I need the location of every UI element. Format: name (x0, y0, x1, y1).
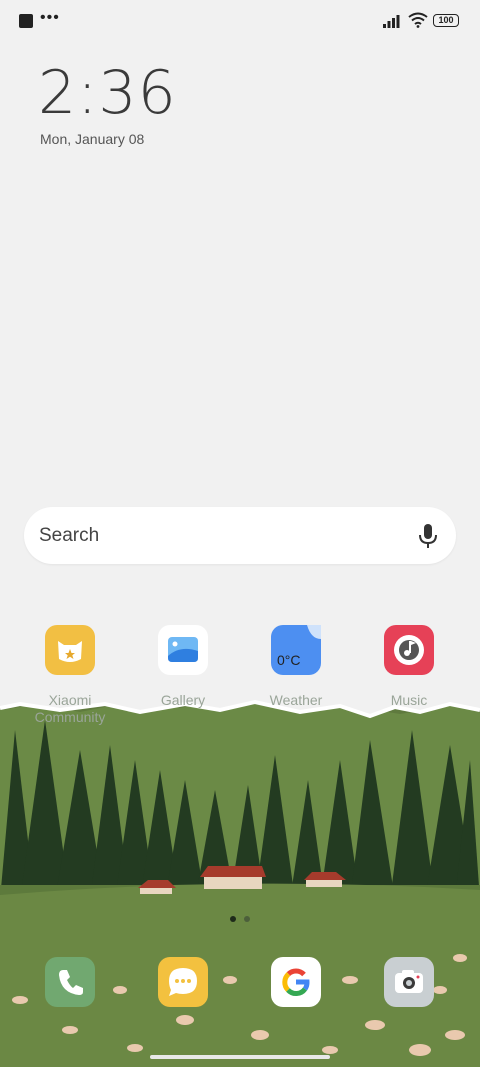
dock-camera[interactable] (359, 957, 459, 1007)
app-label: Gallery (160, 692, 206, 708)
clock[interactable]: 2:36 (38, 58, 177, 128)
xiaomi-community-icon (45, 625, 95, 675)
wifi-icon (408, 12, 428, 28)
music-icon (384, 625, 434, 675)
app-weather[interactable]: 0°C Weather (246, 625, 346, 709)
notification-square-icon (19, 14, 33, 28)
dock-google[interactable] (246, 957, 346, 1007)
more-notifications-icon: ••• (40, 9, 60, 26)
battery-icon: 100 (433, 14, 459, 27)
google-icon (271, 957, 321, 1007)
microphone-icon[interactable] (416, 523, 440, 549)
wallpaper (0, 690, 480, 1067)
app-gallery[interactable]: Gallery (133, 625, 233, 709)
date[interactable]: Mon, January 08 (40, 131, 144, 147)
phone-icon (45, 957, 95, 1007)
camera-icon (384, 957, 434, 1007)
app-label: Music (390, 692, 428, 708)
weather-icon: 0°C (271, 625, 321, 675)
search-placeholder: Search (39, 525, 100, 546)
search-bar[interactable]: Search (24, 507, 456, 564)
app-label: Weather (269, 692, 323, 708)
app-label: Xiaomi Community (34, 692, 106, 725)
app-xiaomi-community[interactable]: Xiaomi Community (20, 625, 120, 726)
dock-messages[interactable] (133, 957, 233, 1007)
navigation-gesture-bar[interactable] (150, 1055, 330, 1059)
dock-phone[interactable] (20, 957, 120, 1007)
page-dot (244, 916, 250, 922)
messages-icon (158, 957, 208, 1007)
gallery-icon (158, 625, 208, 675)
page-dot-active (230, 916, 236, 922)
app-music[interactable]: Music (359, 625, 459, 709)
weather-temp: 0°C (277, 652, 301, 668)
page-indicator (230, 909, 258, 927)
signal-icon (383, 15, 400, 28)
status-bar: ••• 100 (0, 0, 480, 42)
